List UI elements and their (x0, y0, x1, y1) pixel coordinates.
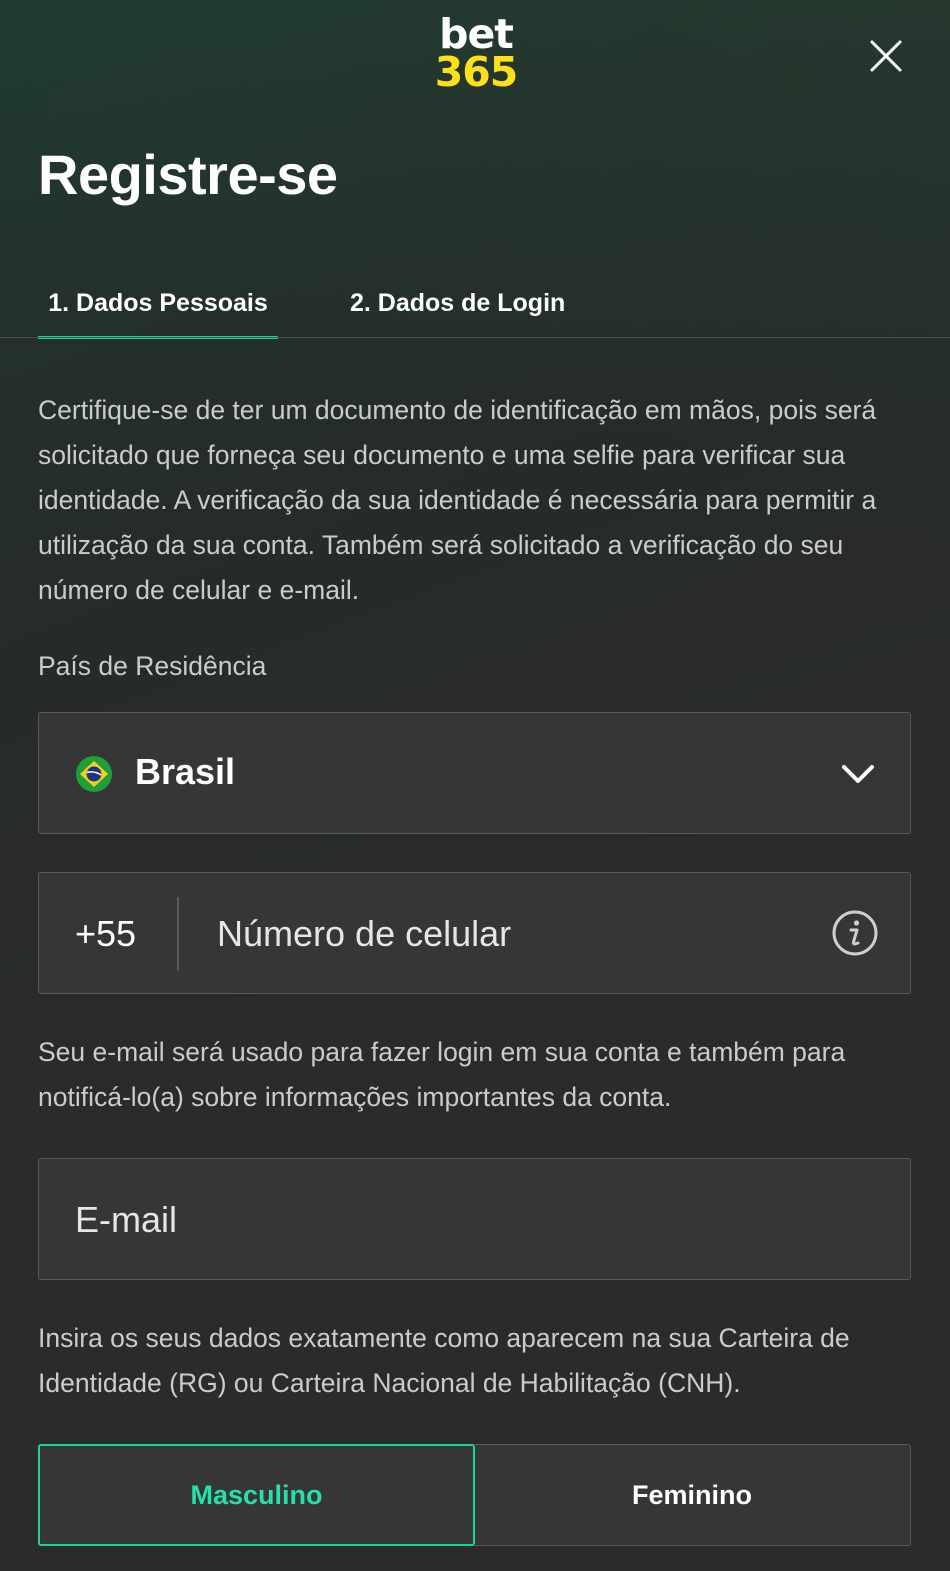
identity-verification-notice: Certifique-se de ter um documento de ide… (38, 395, 877, 605)
email-input[interactable] (75, 1183, 875, 1257)
gender-female-button[interactable]: Feminino (474, 1444, 911, 1546)
registration-steps-tabs: 1. Dados Pessoais 2. Dados de Login (0, 268, 950, 340)
info-icon[interactable] (831, 909, 879, 957)
country-selected-value: Brasil (135, 751, 236, 792)
registration-page: bet 365 Registre-se 1. Dados Pessoais 2.… (0, 0, 950, 1571)
close-icon (870, 40, 902, 72)
logo-text-365: 365 (434, 48, 519, 96)
page-title: Registre-se (38, 143, 338, 206)
close-button[interactable] (864, 34, 908, 78)
phone-separator (177, 897, 179, 971)
chevron-down-icon (842, 765, 874, 783)
country-select[interactable]: Brasil (38, 712, 911, 834)
phone-field: +55 (38, 872, 911, 994)
phone-input[interactable] (217, 897, 817, 971)
tab-login-data[interactable]: 2. Dados de Login (350, 268, 590, 338)
tabs-divider (0, 337, 950, 338)
document-data-notice: Insira os seus dados exatamente como apa… (38, 1323, 850, 1398)
gender-male-button[interactable]: Masculino (38, 1444, 475, 1546)
email-field (38, 1158, 911, 1280)
phone-country-code[interactable]: +55 (75, 913, 136, 955)
tab-personal-data[interactable]: 1. Dados Pessoais (38, 268, 278, 338)
brazil-flag-icon (76, 756, 112, 792)
bet365-logo: bet 365 (430, 14, 522, 96)
country-label: País de Residência (38, 651, 267, 681)
gender-selector: Masculino Feminino (38, 1444, 911, 1546)
email-usage-notice: Seu e-mail será usado para fazer login e… (38, 1037, 846, 1112)
